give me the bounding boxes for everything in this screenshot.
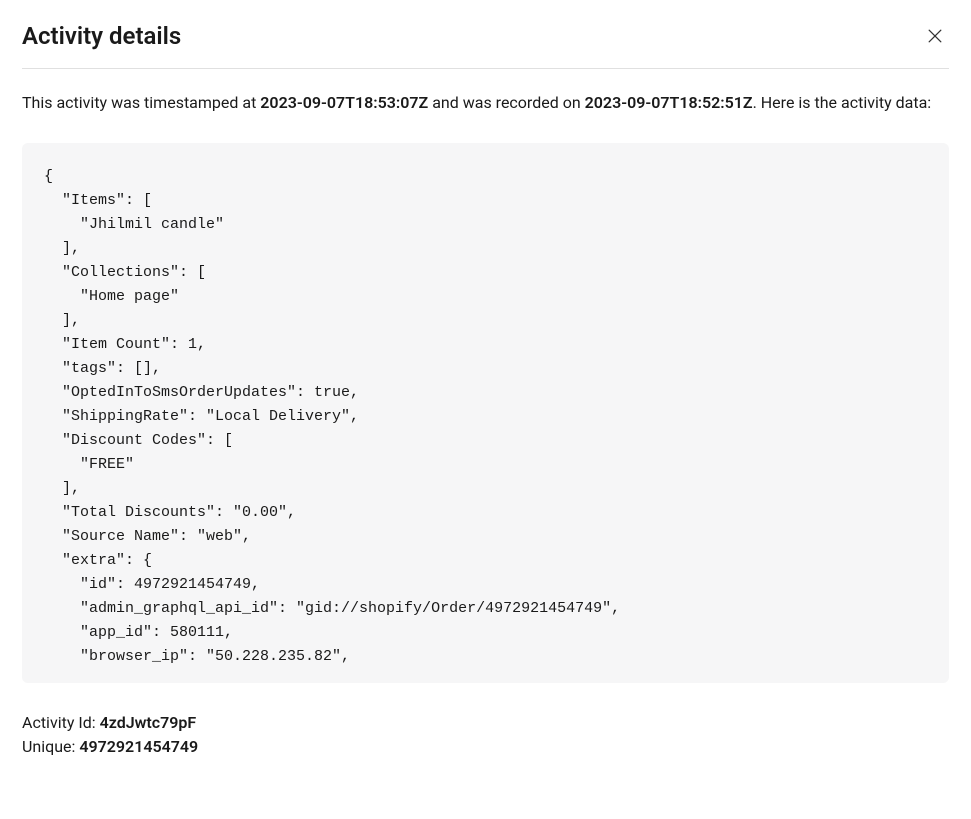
desc-recorded: 2023-09-07T18:52:51Z — [585, 93, 753, 112]
page-title: Activity details — [22, 22, 181, 50]
close-icon — [925, 26, 945, 46]
footer-info: Activity Id: 4zdJwtc79pF Unique: 4972921… — [22, 711, 949, 759]
activity-id-label: Activity Id: — [22, 713, 100, 732]
desc-suffix: . Here is the activity data: — [753, 93, 932, 112]
desc-prefix: This activity was timestamped at — [22, 93, 260, 112]
unique-label: Unique: — [22, 737, 79, 756]
unique-row: Unique: 4972921454749 — [22, 735, 949, 759]
activity-data-code[interactable]: { "Items": [ "Jhilmil candle" ], "Collec… — [22, 143, 949, 683]
desc-timestamp: 2023-09-07T18:53:07Z — [260, 93, 428, 112]
desc-mid: and was recorded on — [428, 93, 584, 112]
activity-id-value: 4zdJwtc79pF — [100, 713, 197, 732]
unique-value: 4972921454749 — [79, 737, 198, 756]
activity-description: This activity was timestamped at 2023-09… — [22, 91, 949, 115]
close-button[interactable] — [921, 22, 949, 50]
modal-header: Activity details — [22, 22, 949, 69]
activity-id-row: Activity Id: 4zdJwtc79pF — [22, 711, 949, 735]
